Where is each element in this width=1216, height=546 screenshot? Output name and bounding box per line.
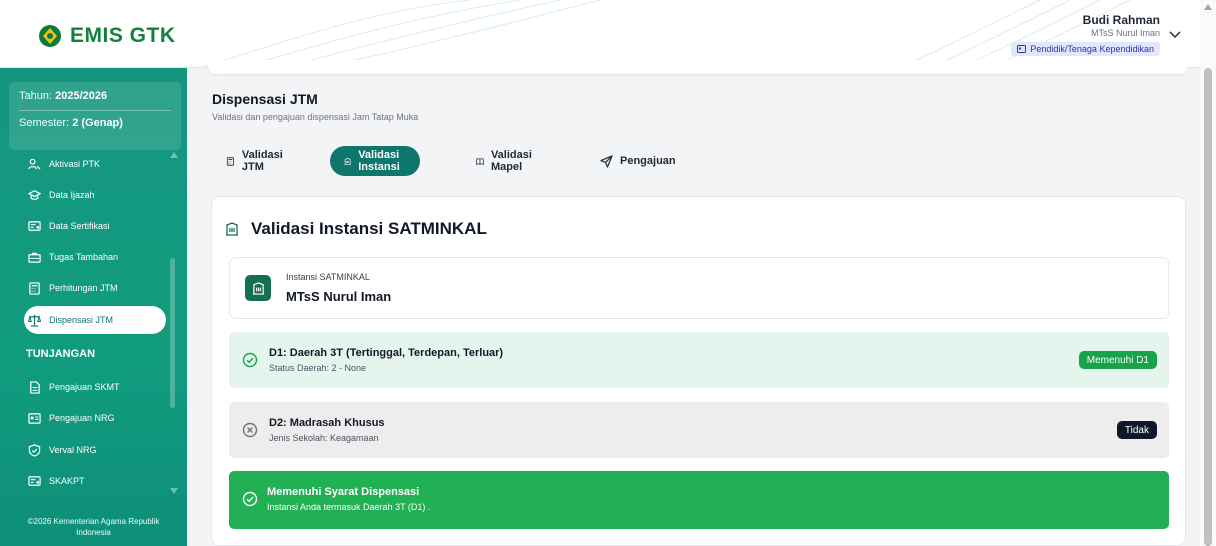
- building-icon: [252, 281, 264, 295]
- app-logo[interactable]: EMIS GTK: [38, 24, 176, 48]
- user-role-badge: Pendidik/Tenaga Kependidikan: [1011, 42, 1160, 56]
- validasi-instansi-card: Validasi Instansi SATMINKAL Instansi SAT…: [211, 196, 1186, 546]
- briefcase-icon: [28, 252, 41, 263]
- graduation-cap-icon: [28, 189, 41, 200]
- result-detail: Instansi Anda termasuk Daerah 3T (D1) .: [267, 502, 431, 512]
- period-divider: [19, 110, 171, 111]
- certificate-icon: [28, 475, 41, 486]
- tab-label: Validasi Instansi: [358, 149, 400, 173]
- calculator-icon: [226, 156, 235, 166]
- tab-label: Pengajuan: [620, 155, 676, 167]
- sidebar-item-tugas-tambahan[interactable]: Tugas Tambahan: [24, 243, 166, 271]
- semester: Semester: 2 (Genap): [19, 117, 123, 129]
- building-icon: [226, 222, 238, 236]
- id-card-icon: [1017, 45, 1027, 53]
- instansi-info-box: Instansi SATMINKAL MTsS Nurul Iman: [229, 257, 1169, 319]
- sidebar-item-pengajuan-skmt[interactable]: Pengajuan SKMT: [24, 373, 166, 401]
- sidebar-item-perhitungan-jtm[interactable]: Perhitungan JTM: [24, 274, 166, 302]
- sidebar-item-label: Dispensasi JTM: [49, 315, 114, 325]
- top-card-edge: [208, 60, 1188, 74]
- app-header: EMIS GTK Budi Rahman MTsS Nurul Iman Pen…: [0, 0, 1200, 68]
- page-title: Dispensasi JTM: [212, 91, 318, 107]
- sidebar-scroll-down-icon[interactable]: [170, 488, 178, 494]
- sidebar-item-verval-nrg[interactable]: Verval NRG: [24, 436, 166, 464]
- tab-label: Validasi Mapel: [490, 149, 532, 173]
- result-title: Memenuhi Syarat Dispensasi: [267, 486, 420, 498]
- requirement-detail: Status Daerah: 2 - None: [269, 363, 367, 373]
- tab-validasi-mapel[interactable]: Validasi Mapel: [462, 146, 551, 176]
- sidebar-item-label: SKAKPT: [49, 476, 85, 486]
- tab-label: Validasi JTM: [241, 149, 283, 173]
- instansi-label: Instansi SATMINKAL: [286, 272, 370, 282]
- sidebar-item-data-sertifikasi[interactable]: Data Sertifikasi: [24, 212, 166, 240]
- x-circle-icon: [242, 422, 258, 438]
- requirement-title: D1: Daerah 3T (Tertinggal, Terdepan, Ter…: [269, 347, 504, 359]
- file-icon: [30, 380, 40, 394]
- user-school: MTsS Nurul Iman: [1090, 28, 1160, 38]
- sidebar: Tahun: 2025/2026 Semester: 2 (Genap) Akt…: [0, 68, 187, 546]
- status-badge: Tidak: [1116, 421, 1157, 439]
- certificate-icon: [28, 220, 41, 231]
- user-role-label: Pendidik/Tenaga Kependidikan: [1030, 44, 1154, 54]
- scroll-up-arrow-icon[interactable]: [1204, 4, 1212, 10]
- kemenag-emblem-icon: [39, 25, 61, 47]
- requirement-detail: Jenis Sekolah: Keagamaan: [269, 433, 379, 443]
- academic-period-card: Tahun: 2025/2026 Semester: 2 (Genap): [9, 82, 181, 150]
- sidebar-item-dispensasi-jtm[interactable]: Dispensasi JTM: [24, 306, 166, 334]
- sidebar-item-label: Aktivasi PTK: [49, 159, 101, 169]
- sidebar-scrollbar-thumb[interactable]: [170, 258, 175, 408]
- calculator-icon: [29, 281, 40, 295]
- user-menu[interactable]: Budi Rahman MTsS Nurul Iman Pendidik/Ten…: [1011, 13, 1160, 57]
- sidebar-item-label: Pengajuan NRG: [49, 413, 115, 423]
- send-icon: [600, 154, 613, 168]
- user-search-icon: [28, 158, 41, 170]
- card-title: Validasi Instansi SATMINKAL: [225, 219, 487, 239]
- book-icon: [476, 157, 484, 165]
- status-badge: Memenuhi D1: [1078, 351, 1157, 369]
- card-title-text: Validasi Instansi SATMINKAL: [251, 219, 487, 238]
- scale-icon: [28, 314, 41, 327]
- eligibility-result: Memenuhi Syarat Dispensasi Instansi Anda…: [229, 471, 1169, 529]
- instansi-icon-tile: [245, 275, 271, 301]
- page-scrollbar[interactable]: [1200, 0, 1216, 546]
- sidebar-item-data-ijazah[interactable]: Data Ijazah: [24, 181, 166, 209]
- shield-check-icon: [28, 443, 41, 457]
- instansi-value: MTsS Nurul Iman: [286, 289, 392, 304]
- sidebar-item-label: Data Sertifikasi: [49, 221, 110, 231]
- sidebar-scroll-up-icon[interactable]: [170, 152, 178, 158]
- sidebar-item-label: Verval NRG: [49, 445, 97, 455]
- requirement-title: D2: Madrasah Khusus: [269, 417, 385, 429]
- sidebar-item-pengajuan-nrg[interactable]: Pengajuan NRG: [24, 404, 166, 432]
- academic-year: Tahun: 2025/2026: [19, 90, 108, 102]
- sidebar-item-label: Pengajuan SKMT: [49, 382, 120, 392]
- tab-pengajuan[interactable]: Pengajuan: [586, 146, 690, 176]
- sidebar-section-tunjangan: TUNJANGAN: [26, 348, 96, 360]
- check-circle-icon: [242, 491, 258, 507]
- user-name: Budi Rahman: [1082, 13, 1160, 27]
- sidebar-footer: ©2026 Kementerian Agama Republik Indones…: [27, 517, 160, 537]
- check-circle-icon: [242, 352, 258, 368]
- requirement-d1: D1: Daerah 3T (Tertinggal, Terdepan, Ter…: [229, 332, 1169, 388]
- tab-validasi-jtm[interactable]: Validasi JTM: [212, 146, 301, 176]
- sidebar-item-label: Tugas Tambahan: [49, 252, 119, 262]
- page-scrollbar-thumb[interactable]: [1204, 68, 1212, 546]
- sidebar-item-skakpt[interactable]: SKAKPT: [24, 467, 166, 495]
- sidebar-item-aktivasi-ptk[interactable]: Aktivasi PTK: [24, 150, 166, 178]
- tab-validasi-instansi[interactable]: Validasi Instansi: [330, 146, 420, 176]
- app-name: EMIS GTK: [70, 24, 176, 47]
- main-content: Dispensasi JTM Validasi dan pengajuan di…: [198, 60, 1198, 546]
- requirement-d2: D2: Madrasah Khusus Jenis Sekolah: Keaga…: [229, 402, 1169, 458]
- sidebar-item-label: Perhitungan JTM: [49, 283, 118, 293]
- sidebar-item-label: Data Ijazah: [49, 190, 95, 200]
- id-card-icon: [28, 412, 41, 424]
- page-subtitle: Validasi dan pengajuan dispensasi Jam Ta…: [212, 112, 419, 122]
- chevron-down-icon[interactable]: [1168, 30, 1182, 40]
- building-icon: [344, 157, 351, 165]
